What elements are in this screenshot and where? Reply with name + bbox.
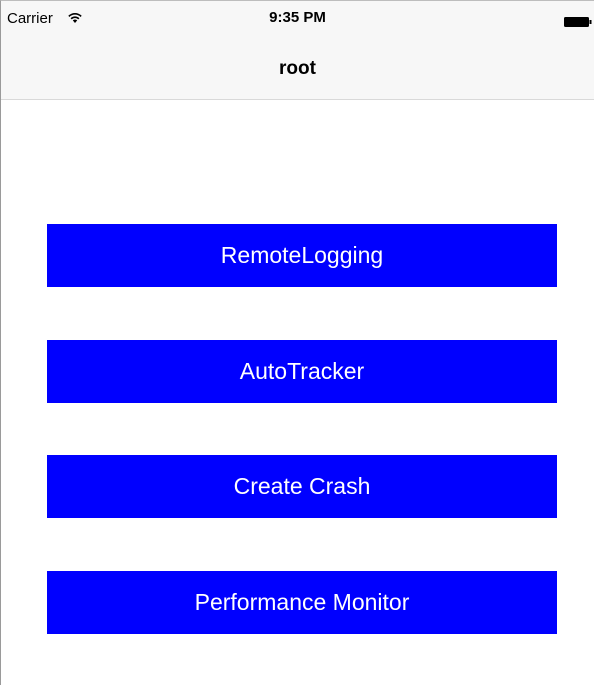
app-screen: Carrier 9:35 PM root RemoteLogging AutoT… bbox=[0, 0, 594, 685]
status-time: 9:35 PM bbox=[269, 9, 326, 26]
create-crash-button[interactable]: Create Crash bbox=[47, 455, 557, 518]
performance-monitor-button[interactable]: Performance Monitor bbox=[47, 571, 557, 634]
navigation-bar: root bbox=[1, 37, 594, 100]
remote-logging-button[interactable]: RemoteLogging bbox=[47, 224, 557, 287]
page-title: root bbox=[279, 58, 316, 79]
battery-icon bbox=[564, 14, 592, 27]
auto-tracker-button[interactable]: AutoTracker bbox=[47, 340, 557, 403]
status-bar: Carrier 9:35 PM bbox=[1, 1, 594, 37]
